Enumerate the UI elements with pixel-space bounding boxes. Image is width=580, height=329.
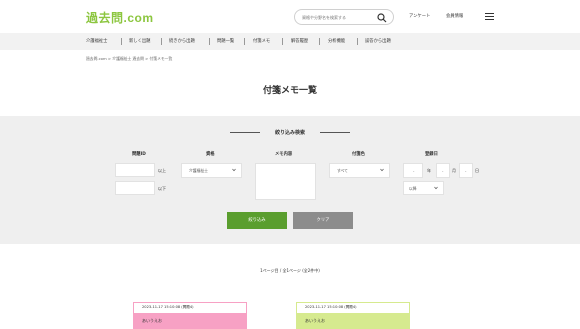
- sticky-color-select[interactable]: すべて: [329, 163, 390, 178]
- memo-text: あいうえお: [142, 318, 162, 323]
- memo-card[interactable]: 2023-11-17 15:10:08 (問題4) あいうえお: [296, 302, 410, 329]
- date-year-select[interactable]: -: [403, 163, 423, 178]
- date-year-value: -: [413, 168, 415, 173]
- site-logo[interactable]: 過去問.com: [86, 9, 154, 26]
- search-icon[interactable]: [377, 13, 387, 23]
- date-month-value: -: [442, 168, 444, 173]
- search-box[interactable]: [294, 9, 394, 25]
- memo-datetime: 2023-11-17 15:10:08 (問題4): [142, 305, 194, 309]
- qualification-label: 資格: [206, 152, 215, 157]
- nav-divider: [357, 38, 358, 45]
- id-from-suffix: 以上: [158, 168, 166, 173]
- nav-divider: [244, 38, 245, 45]
- member-info-link[interactable]: 会員情報: [446, 13, 463, 19]
- qualification-select[interactable]: 介護福祉士: [181, 163, 242, 178]
- memo-text: あいうえお: [305, 318, 325, 323]
- sticky-color-label: 付箋色: [352, 152, 365, 157]
- nav-item-analysis[interactable]: 分析機能: [328, 38, 345, 44]
- question-id-label: 問題ID: [132, 152, 146, 157]
- memo-card-header: 2023-11-17 15:10:08 (問題4): [296, 302, 410, 314]
- filter-heading: 絞り込み検索: [274, 130, 305, 136]
- filter-clear-button[interactable]: クリア: [293, 212, 353, 229]
- memo-label: メモ内容: [275, 152, 293, 157]
- nav-item-new-questions[interactable]: 新しく出題: [129, 38, 150, 44]
- date-month-suffix: 月: [452, 168, 456, 173]
- nav-item-question-list[interactable]: 問題一覧: [217, 38, 234, 44]
- breadcrumb: 過去問.com > 介護福祉士 過去問 > 付箋メモ一覧: [86, 56, 173, 61]
- nav-divider: [282, 38, 283, 45]
- question-id-from-input[interactable]: [115, 163, 155, 177]
- id-to-suffix: 以下: [158, 186, 166, 191]
- nav-divider: [319, 38, 320, 45]
- date-range-selected: 以降: [409, 186, 417, 191]
- nav-item-sticky-memo[interactable]: 付箋メモ: [253, 38, 270, 44]
- registered-date-label: 登録日: [425, 152, 438, 157]
- chevron-down-icon: [434, 186, 438, 190]
- pagination-summary: 1ページ目 / 全1ページ (全2件中): [260, 268, 320, 273]
- date-month-select[interactable]: -: [436, 163, 450, 178]
- site-header: 過去問.com アンケート 会員情報: [0, 0, 580, 33]
- filter-submit-button[interactable]: 絞り込み: [227, 212, 287, 229]
- date-day-select[interactable]: -: [459, 163, 473, 178]
- filter-panel: 絞り込み検索 問題ID 資格 メモ内容 付箋色 登録日 以上 以下 介護福祉士 …: [0, 116, 580, 244]
- qualification-selected: 介護福祉士: [189, 168, 208, 173]
- nav-item-kaigo[interactable]: 介護福祉士: [86, 38, 107, 44]
- hamburger-menu-icon[interactable]: [485, 13, 494, 21]
- date-year-suffix: 年: [427, 168, 431, 173]
- nav-divider: [161, 38, 162, 45]
- date-day-value: -: [465, 168, 467, 173]
- nav-item-continue[interactable]: 続きから出題: [169, 38, 195, 44]
- date-day-suffix: 日: [475, 168, 479, 173]
- nav-divider: [209, 38, 210, 45]
- chevron-down-icon: [232, 168, 236, 172]
- search-input[interactable]: [302, 13, 377, 22]
- survey-link[interactable]: アンケート: [409, 13, 430, 19]
- chevron-down-icon: [380, 168, 384, 172]
- question-id-to-input[interactable]: [115, 181, 155, 195]
- memo-card[interactable]: 2023-11-17 15:10:08 (問題4) あいうえお: [133, 302, 247, 329]
- main-nav: 介護福祉士 新しく出題 続きから出題 問題一覧 付箋メモ 解答履歴 分析機能 誤…: [0, 33, 580, 50]
- memo-card-header: 2023-11-17 15:10:08 (問題4): [133, 302, 247, 314]
- nav-item-from-mistakes[interactable]: 誤答から出題: [365, 38, 391, 44]
- nav-item-answer-history[interactable]: 解答履歴: [291, 38, 308, 44]
- date-range-select[interactable]: 以降: [403, 181, 444, 195]
- memo-datetime: 2023-11-17 15:10:08 (問題4): [305, 305, 357, 309]
- nav-divider: [121, 38, 122, 45]
- sticky-color-selected: すべて: [337, 168, 348, 173]
- page-title: 付箋メモ一覧: [262, 86, 317, 96]
- memo-textarea[interactable]: [255, 163, 316, 200]
- heading-line-right: [320, 132, 350, 133]
